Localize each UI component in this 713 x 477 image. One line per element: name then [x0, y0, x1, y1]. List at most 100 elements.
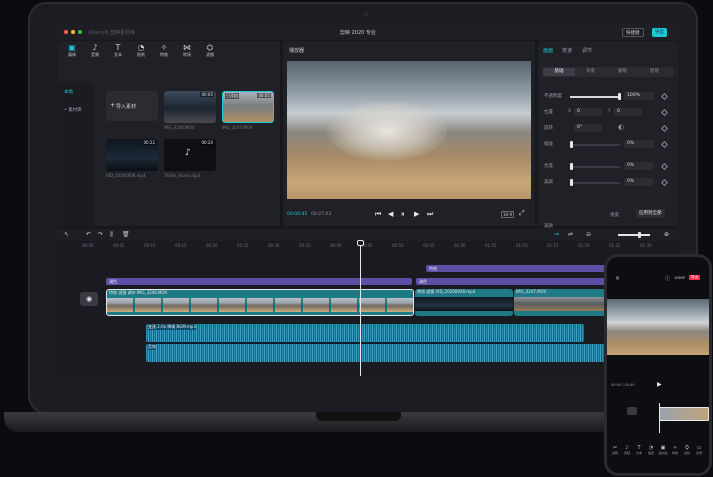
tool-audio[interactable]: ♪ 音频 — [85, 43, 105, 58]
keyframe-icon[interactable] — [660, 178, 669, 187]
step-forward-icon[interactable]: ▶ — [414, 210, 419, 218]
help-icon[interactable]: ⓘ — [665, 275, 670, 282]
reset-button[interactable]: 重置 — [610, 212, 619, 218]
cover-button[interactable]: ◉ — [80, 292, 98, 306]
shortcut-button[interactable]: 快捷键 — [622, 28, 644, 37]
phone-cover-button[interactable] — [627, 407, 637, 415]
snap-icon[interactable]: ⇌ — [568, 231, 573, 238]
sidebar-item-local[interactable]: 本地 — [64, 89, 73, 95]
subtab-smart[interactable]: 智能 — [650, 68, 659, 76]
close-icon[interactable]: × — [615, 275, 620, 282]
tool-transition[interactable]: ⋈ 转场 — [177, 43, 197, 58]
properties-panel: 画面 变速 调节 基础 背景 蒙版 智能 不透明度 100% 位置 X 0 Y … — [538, 41, 678, 229]
audio-clip[interactable]: 音效 — [146, 344, 678, 362]
ratio-button[interactable]: 16:9 — [501, 211, 514, 218]
media-clip[interactable]: ♪ 00:20 — [164, 139, 216, 171]
phone-tool[interactable]: ✂ 剪辑 — [610, 445, 620, 455]
beauty-value[interactable]: 0% — [624, 178, 654, 186]
keyframe-icon[interactable] — [660, 162, 669, 171]
media-clip[interactable]: 00:05 — [164, 91, 216, 123]
phone-toolbar: ✂ 剪辑 ♪ 音频 T 文本 ◔ 贴纸 ▣ 画中画 ✧ 特效 ⛭ 滤镜 ▭ 比例 — [607, 443, 709, 465]
phone-play-icon[interactable]: ▶ — [657, 381, 662, 388]
main-video-clip[interactable]: 特效 滤镜 调节 IMG_3246.MOV — [106, 289, 414, 316]
brightness-value[interactable]: 0% — [624, 162, 654, 170]
playhead[interactable] — [360, 241, 361, 376]
brightness-label: 亮度 — [544, 164, 553, 169]
ruler-tick: 01:00 — [454, 243, 466, 248]
opacity-value[interactable]: 100% — [624, 92, 654, 100]
keyframe-icon[interactable] — [660, 92, 669, 101]
phone-tool[interactable]: ⛭ 滤镜 — [682, 445, 692, 455]
tool-effects[interactable]: ✧ 特效 — [154, 43, 174, 58]
minimize-window-button[interactable] — [71, 30, 75, 34]
phone-tool[interactable]: ▣ 画中画 — [658, 445, 668, 455]
opacity-slider[interactable] — [570, 96, 620, 98]
undo-icon[interactable]: ↶ — [86, 231, 91, 238]
subtab-basic[interactable]: 基础 — [543, 68, 575, 76]
import-media-button[interactable]: 导入素材 + — [106, 91, 158, 121]
brightness-slider[interactable] — [570, 166, 620, 168]
audio-clip[interactable]: 变速 2.0x 降噪 BGM.mp3 — [146, 324, 584, 342]
media-clip[interactable]: 00:22 — [106, 139, 158, 171]
redo-icon[interactable]: ↷ — [98, 231, 103, 238]
tab-adjust[interactable]: 调节 — [582, 47, 592, 54]
tool-filter[interactable]: ⛭ 滤镜 — [200, 43, 220, 58]
phone-tool[interactable]: ▭ 比例 — [694, 445, 704, 455]
zoom-knob[interactable] — [638, 232, 641, 238]
prev-icon[interactable]: ⏮ — [375, 210, 381, 219]
keyframe-icon[interactable] — [660, 140, 669, 149]
sidebar-item-library[interactable]: • 素材库 — [64, 107, 82, 113]
resolution-label[interactable]: 1080P — [674, 276, 685, 280]
subtab-mask[interactable]: 蒙版 — [618, 68, 627, 76]
rotate-icon[interactable]: ◐ — [618, 123, 624, 131]
color-track-bar[interactable]: 调色 — [106, 278, 412, 285]
beauty-knob[interactable] — [570, 179, 573, 186]
keyframe-icon[interactable] — [660, 124, 669, 133]
pause-icon[interactable]: ⏸ — [401, 210, 405, 219]
opacity-knob[interactable] — [618, 93, 621, 100]
tool-text[interactable]: T 文本 — [108, 43, 128, 58]
close-window-button[interactable] — [64, 30, 68, 34]
scale-knob[interactable] — [570, 141, 573, 148]
phone-clip[interactable] — [659, 407, 709, 421]
subtab-background[interactable]: 背景 — [586, 68, 595, 76]
link-icon[interactable]: ⊸ — [554, 231, 559, 238]
tool-sticker[interactable]: ◔ 贴纸 — [131, 43, 151, 58]
apply-all-button[interactable]: 应用到全部 — [636, 209, 665, 218]
phone-tool[interactable]: ✧ 特效 — [670, 445, 680, 455]
delete-icon[interactable]: 🗑 — [122, 231, 130, 238]
media-clip[interactable]: 已添加 00:05 — [222, 91, 274, 123]
video-clip[interactable]: 转场 滤镜 VID_20200928.mp4 — [415, 289, 513, 316]
video-preview[interactable] — [287, 61, 531, 199]
zoom-slider[interactable] — [618, 234, 650, 236]
rotate-field[interactable]: 0° — [574, 124, 602, 132]
tab-speed[interactable]: 变速 — [562, 47, 572, 54]
beauty-slider[interactable] — [570, 182, 620, 184]
scale-slider[interactable] — [570, 144, 620, 146]
keyframe-icon[interactable] — [660, 108, 669, 117]
fit-timeline-icon[interactable]: ⊕ — [664, 231, 669, 238]
phone-export-button[interactable]: 导出 — [689, 275, 700, 280]
select-tool-icon[interactable]: ↖ — [64, 231, 69, 238]
position-y-field[interactable]: 0 — [614, 108, 642, 116]
filmstrip-frame — [387, 298, 413, 312]
position-x-field[interactable]: 0 — [574, 108, 602, 116]
phone-tool[interactable]: T 文本 — [634, 445, 644, 455]
maximize-window-button[interactable] — [78, 30, 82, 34]
next-icon[interactable]: ⏭ — [427, 210, 433, 219]
phone-tool[interactable]: ♪ 音频 — [622, 445, 632, 455]
app-window: /Users/6 剪映素材库 剪映 2020 专业 快捷键 导出 ▣ 媒体 ♪ 音频 T… — [58, 24, 678, 376]
zoom-out-icon[interactable]: ⊖ — [586, 231, 591, 238]
fullscreen-icon[interactable]: ⤢ — [519, 209, 525, 218]
time-ruler[interactable]: 00:00 00:05 00:10 00:15 00:20 00:25 00:30 00:35… — [58, 241, 678, 251]
scale-value[interactable]: 0% — [624, 140, 654, 148]
split-icon[interactable]: ⫼ — [110, 231, 113, 239]
tab-picture[interactable]: 画面 — [543, 47, 553, 54]
phone-tool[interactable]: ◔ 贴纸 — [646, 445, 656, 455]
export-button[interactable]: 导出 — [652, 28, 667, 37]
step-back-icon[interactable]: ◀ — [388, 210, 393, 218]
playhead-handle[interactable] — [357, 240, 364, 246]
tool-media[interactable]: ▣ 媒体 — [62, 43, 82, 58]
brightness-knob[interactable] — [570, 163, 573, 170]
phone-preview[interactable] — [607, 299, 709, 355]
